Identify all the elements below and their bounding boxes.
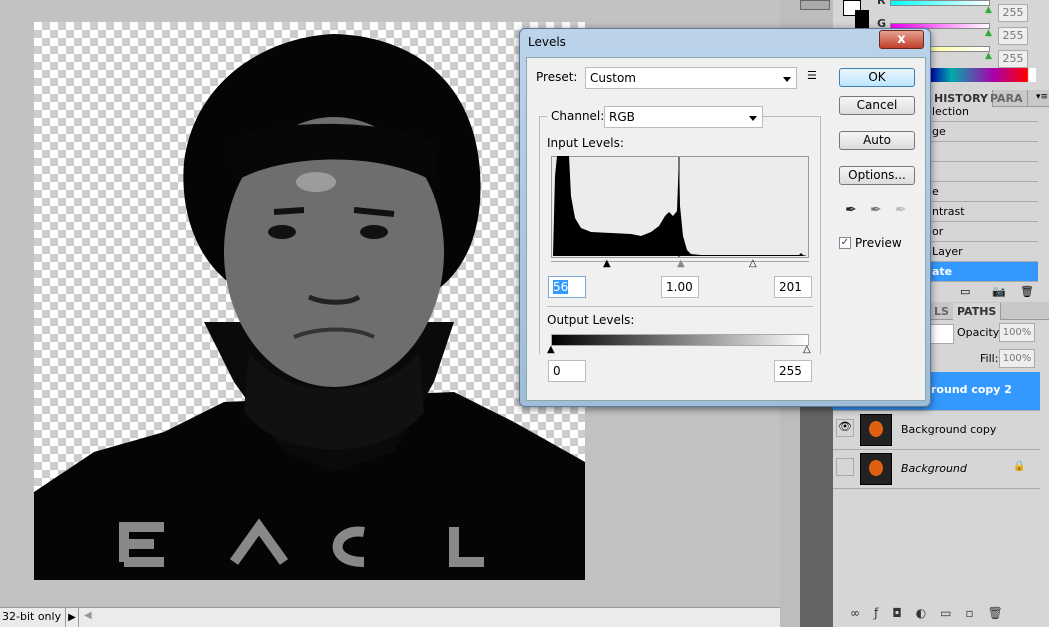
color-value-input[interactable]: 255 — [998, 27, 1028, 45]
history-item[interactable] — [930, 162, 1038, 182]
close-button[interactable]: x — [879, 30, 924, 49]
dialog-title: Levels — [528, 35, 566, 49]
slider-thumb-icon[interactable]: ▲ — [985, 51, 992, 61]
options-button[interactable]: Options... — [839, 166, 915, 185]
output-white-field[interactable]: 255 — [774, 360, 812, 382]
ok-button[interactable]: OK — [839, 68, 915, 87]
status-bar: 32-bit only ▶ ◀ — [0, 607, 833, 627]
layer-thumbnail — [860, 453, 892, 485]
input-black-field[interactable]: 56 — [548, 276, 586, 298]
history-item[interactable]: ate — [930, 262, 1038, 282]
input-black-value: 56 — [553, 280, 569, 294]
preset-options-icon[interactable]: ☰ — [807, 69, 817, 82]
slider-thumb-icon[interactable]: ▲ — [985, 28, 992, 38]
history-item[interactable]: ntrast — [930, 202, 1038, 222]
input-white-field[interactable]: 201 — [774, 276, 812, 298]
auto-button[interactable]: Auto — [839, 131, 915, 150]
preset-value: Custom — [590, 71, 636, 85]
layer-thumbnail — [860, 414, 892, 446]
history-item[interactable]: ge — [930, 122, 1038, 142]
color-ramp[interactable] — [930, 68, 1036, 82]
white-point-slider[interactable]: △ — [749, 258, 757, 269]
history-item[interactable]: or — [930, 222, 1038, 242]
visibility-toggle[interactable] — [836, 458, 854, 476]
eye-icon[interactable]: 👁 — [836, 419, 854, 437]
preview-label: Preview — [855, 236, 902, 250]
preset-label: Preset: — [536, 70, 578, 84]
opacity-input[interactable]: 100% — [999, 323, 1035, 342]
cancel-button[interactable]: Cancel — [839, 96, 915, 115]
opacity-label: Opacity: — [957, 326, 1003, 339]
channel-select[interactable]: RGB — [604, 106, 763, 128]
levels-dialog: Levels x Preset: Custom ☰ Channel: RGB I… — [519, 28, 931, 407]
divider — [547, 306, 813, 307]
history-item[interactable]: e — [930, 182, 1038, 202]
preview-checkbox[interactable]: ✓ — [839, 237, 851, 249]
output-levels-label: Output Levels: — [547, 313, 635, 327]
layer-name: Background copy — [901, 423, 997, 436]
black-eyedropper-icon[interactable]: ✒ — [845, 202, 857, 218]
trash-icon[interactable]: 🗑 — [1020, 285, 1034, 298]
color-value-input[interactable]: 255 — [998, 4, 1028, 22]
output-black-slider[interactable]: ▲ — [547, 344, 555, 355]
fill-input[interactable]: 100% — [999, 349, 1035, 368]
layer-name: round copy 2 — [931, 383, 1012, 396]
histogram — [551, 156, 809, 258]
status-menu-arrow-icon[interactable]: ▶ — [65, 608, 79, 627]
history-item[interactable]: Layer — [930, 242, 1038, 262]
color-slider[interactable] — [890, 0, 990, 6]
tab-channels[interactable]: LS — [930, 303, 954, 320]
portrait-image — [34, 34, 585, 580]
black-point-slider[interactable]: ▲ — [603, 258, 611, 269]
channel-value: RGB — [609, 110, 635, 124]
chevron-down-icon — [783, 77, 791, 82]
background-color-swatch[interactable] — [855, 10, 869, 28]
gamma-slider[interactable]: ▲ — [677, 258, 685, 269]
new-document-from-state-icon[interactable]: ▭ — [960, 285, 970, 298]
white-eyedropper-icon[interactable]: ✒ — [895, 202, 907, 218]
chevron-down-icon — [749, 116, 757, 121]
layer-row[interactable]: Background 🔒 — [833, 450, 1040, 489]
channel-label: Channel: — [547, 109, 609, 123]
gray-eyedropper-icon[interactable]: ✒ — [870, 202, 882, 218]
output-white-slider[interactable]: △ — [803, 344, 811, 355]
layer-row[interactable]: 👁 Background copy — [833, 411, 1040, 450]
dialog-body: Preset: Custom ☰ Channel: RGB Input Leve… — [526, 57, 926, 401]
history-item[interactable]: lection — [930, 102, 1038, 122]
status-info: 32-bit only — [2, 610, 62, 623]
output-gradient — [551, 334, 809, 346]
preset-select[interactable]: Custom — [585, 67, 797, 89]
blend-mode-select[interactable] — [930, 324, 954, 344]
panel-menu-icon[interactable]: ▾≡ — [1036, 92, 1048, 102]
fill-label: Fill: — [980, 352, 999, 365]
document-canvas[interactable] — [34, 22, 585, 580]
snapshot-icon[interactable]: 📷 — [992, 285, 1006, 298]
color-value-input[interactable]: 255 — [998, 50, 1028, 68]
history-item[interactable] — [930, 142, 1038, 162]
lock-icon: 🔒 — [1013, 461, 1026, 472]
mask-mode-button[interactable] — [800, 0, 830, 10]
layer-name: Background — [901, 462, 967, 475]
channel-label: R — [877, 0, 886, 7]
output-black-field[interactable]: 0 — [548, 360, 586, 382]
tab-paths[interactable]: PATHS — [953, 303, 1002, 320]
scroll-left-icon[interactable]: ◀ — [84, 610, 92, 621]
slider-thumb-icon[interactable]: ▲ — [985, 5, 992, 15]
input-levels-label: Input Levels: — [547, 136, 624, 150]
input-gamma-field[interactable]: 1.00 — [661, 276, 699, 298]
layers-footer-icons[interactable]: ∞ƒ◘◐▭▫🗑 — [850, 606, 1017, 620]
